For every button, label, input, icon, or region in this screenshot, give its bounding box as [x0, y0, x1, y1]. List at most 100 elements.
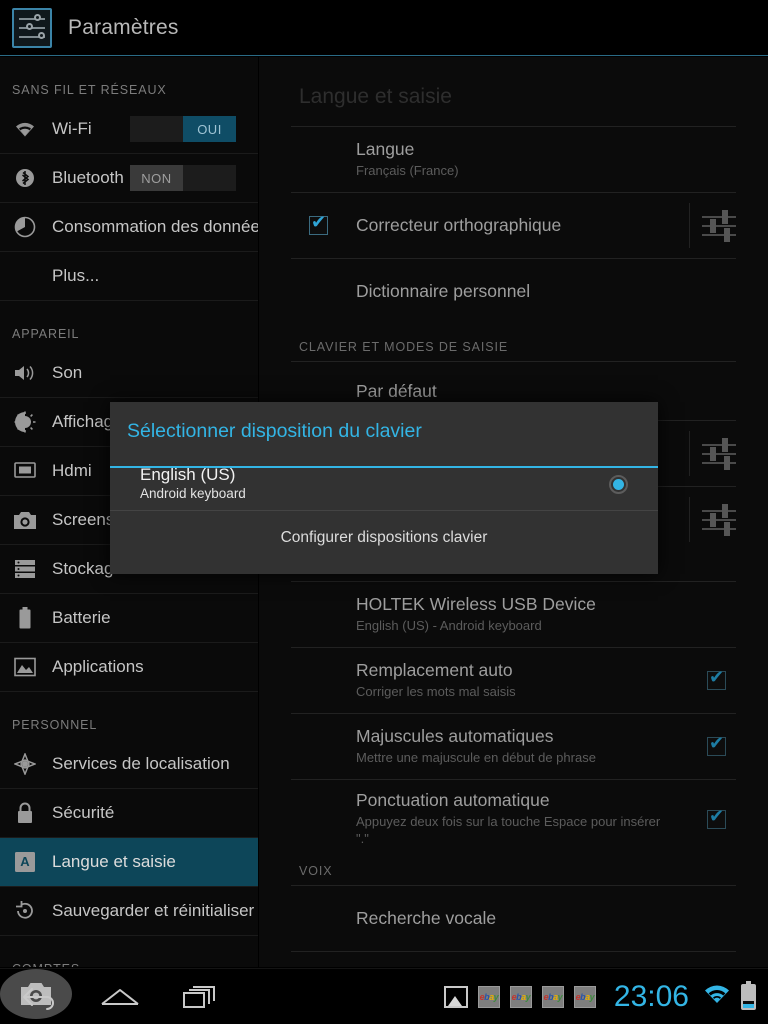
display-brightness-icon: [12, 409, 38, 435]
ebay-notification-icon[interactable]: ebay: [573, 986, 596, 1008]
divider: [689, 203, 690, 248]
list-item-title: Remplacement auto: [356, 660, 513, 681]
applications-icon: [12, 654, 38, 680]
sidebar-item-backup-reset[interactable]: Sauvegarder et réinitialiser: [0, 887, 258, 936]
battery-icon[interactable]: [741, 981, 756, 1010]
list-item-subtitle: Mettre une majuscule en début de phrase: [356, 750, 596, 766]
ebay-notification-icon[interactable]: ebay: [541, 986, 564, 1008]
sidebar-item-label: Applications: [52, 657, 144, 676]
image-icon[interactable]: [443, 986, 468, 1008]
dialog-title: Sélectionner disposition du clavier: [127, 420, 422, 442]
lock-icon: [12, 800, 38, 826]
settings-sliders-icon: [12, 7, 52, 48]
spell-checker-settings-sliders-icon[interactable]: [702, 209, 736, 242]
page-title: Paramètres: [68, 15, 179, 39]
sidebar-item-label: Wi-Fi: [52, 119, 92, 138]
keyboard-layout-dialog[interactable]: Sélectionner disposition du clavier Engl…: [110, 402, 658, 574]
list-item-langue[interactable]: Langue Français (France): [259, 127, 768, 192]
sidebar-item-battery[interactable]: Batterie: [0, 594, 258, 643]
list-item-title: Majuscules automatiques: [356, 726, 554, 747]
status-clock[interactable]: 23:06: [614, 980, 689, 1014]
status-bar[interactable]: ebay ebay ebay ebay 23:06: [443, 969, 768, 1024]
list-item-auto-capitalize[interactable]: Majuscules automatiques Mettre une majus…: [259, 714, 768, 779]
list-item-title: Ponctuation automatique: [356, 790, 550, 811]
back-icon[interactable]: [0, 969, 80, 1024]
ebay-notification-icon[interactable]: ebay: [477, 986, 500, 1008]
app-header: Paramètres: [0, 0, 768, 56]
list-item-title: Langue: [356, 139, 415, 160]
sidebar-item-label: Langue et saisie: [52, 852, 176, 871]
dialog-option-title: English (US): [140, 465, 236, 484]
list-item-title: Par défaut: [356, 380, 437, 401]
panel-title: Langue et saisie: [299, 85, 452, 108]
radio-dot: [613, 479, 624, 490]
configure-keyboard-layouts-button[interactable]: Configurer dispositions clavier: [110, 511, 658, 547]
sidebar-section-personal: PERSONNEL: [12, 718, 98, 732]
sidebar-item-wifi[interactable]: Wi-Fi OUI: [0, 105, 258, 154]
auto-replace-checkbox[interactable]: [707, 667, 726, 690]
ebay-notification-icon[interactable]: ebay: [509, 986, 532, 1008]
divider: [689, 431, 690, 476]
list-item-voice-search[interactable]: Recherche vocale: [259, 886, 768, 951]
sidebar-item-language-and-input[interactable]: A Langue et saisie: [0, 838, 258, 887]
dialog-option-english-us[interactable]: English (US) Android keyboard: [110, 459, 658, 511]
section-header-keyboards: CLAVIER ET MODES DE SAISIE: [299, 340, 509, 354]
wifi-icon: [12, 116, 38, 142]
hdmi-screen-icon: [12, 458, 38, 484]
android-keyboard-settings-sliders-icon[interactable]: [702, 437, 736, 470]
recent-apps-icon[interactable]: [160, 969, 240, 1024]
auto-punctuate-checkbox[interactable]: [707, 806, 726, 829]
list-item-title: Recherche vocale: [356, 908, 497, 928]
bluetooth-toggle-off: NON: [130, 165, 183, 191]
wifi-toggle[interactable]: OUI: [130, 116, 236, 142]
google-input-settings-sliders-icon[interactable]: [702, 503, 736, 536]
backup-reset-icon: [12, 898, 38, 924]
camera-icon: [12, 507, 38, 533]
wifi-toggle-on: OUI: [183, 116, 236, 142]
list-item-title: HOLTEK Wireless USB Device: [356, 594, 596, 615]
list-item-auto-replace[interactable]: Remplacement auto Corriger les mots mal …: [259, 648, 768, 713]
sidebar-item-label: Consommation des données: [52, 217, 258, 236]
dialog-option-radio[interactable]: [609, 475, 628, 494]
sidebar-section-wireless: SANS FIL ET RÉSEAUX: [12, 83, 167, 97]
list-item-subtitle: Corriger les mots mal saisis: [356, 684, 516, 700]
wifi-icon[interactable]: [703, 984, 731, 1011]
spell-checker-checkbox[interactable]: [309, 212, 328, 235]
divider: [291, 951, 736, 952]
list-item-spell-checker[interactable]: Correcteur orthographique: [259, 193, 768, 258]
sidebar-item-label: Sécurité: [52, 803, 115, 822]
sidebar-item-security[interactable]: Sécurité: [0, 789, 258, 838]
storage-icon: [12, 556, 38, 582]
sidebar-item-applications[interactable]: Applications: [0, 643, 258, 692]
list-item-subtitle: Français (France): [356, 163, 459, 179]
home-icon[interactable]: [80, 969, 160, 1024]
sound-icon: [12, 360, 38, 386]
sidebar-item-location[interactable]: Services de localisation: [0, 740, 258, 789]
battery-icon: [12, 605, 38, 631]
sidebar-section-device: APPAREIL: [12, 327, 80, 341]
list-item-auto-punctuate[interactable]: Ponctuation automatique Appuyez deux foi…: [259, 780, 768, 858]
section-header-voice: VOIX: [299, 864, 333, 878]
system-navigation-bar: ebay ebay ebay ebay 23:06: [0, 968, 768, 1024]
sidebar-item-bluetooth[interactable]: Bluetooth NON: [0, 154, 258, 203]
sidebar-section-accounts: COMPTES: [0, 936, 258, 967]
list-item-title: Dictionnaire personnel: [356, 281, 531, 301]
list-item-title: Correcteur orthographique: [356, 215, 562, 235]
svg-text:A: A: [20, 854, 30, 869]
list-item-holtek-device[interactable]: HOLTEK Wireless USB Device English (US) …: [259, 582, 768, 647]
sidebar-item-label: Son: [52, 363, 83, 382]
sidebar-item-data-usage[interactable]: Consommation des données: [0, 203, 258, 252]
list-item-subtitle: English (US) - Android keyboard: [356, 618, 542, 634]
list-item-personal-dictionary[interactable]: Dictionnaire personnel: [259, 259, 768, 324]
sidebar-item-label: Batterie: [52, 608, 111, 627]
bluetooth-toggle[interactable]: NON: [130, 165, 236, 191]
dialog-option-subtitle: Android keyboard: [140, 486, 246, 501]
android-settings-screen: Paramètres SANS FIL ET RÉSEAUX Wi-Fi OUI…: [0, 0, 768, 1024]
list-item-subtitle: Appuyez deux fois sur la touche Espace p…: [356, 814, 661, 846]
sidebar-item-sound[interactable]: Son: [0, 349, 258, 398]
auto-capitalize-checkbox[interactable]: [707, 733, 726, 756]
wifi-toggle-off: [130, 116, 183, 142]
bluetooth-icon: [12, 165, 38, 191]
sidebar-item-more[interactable]: Plus...: [0, 252, 258, 301]
bluetooth-toggle-on: [183, 165, 236, 191]
